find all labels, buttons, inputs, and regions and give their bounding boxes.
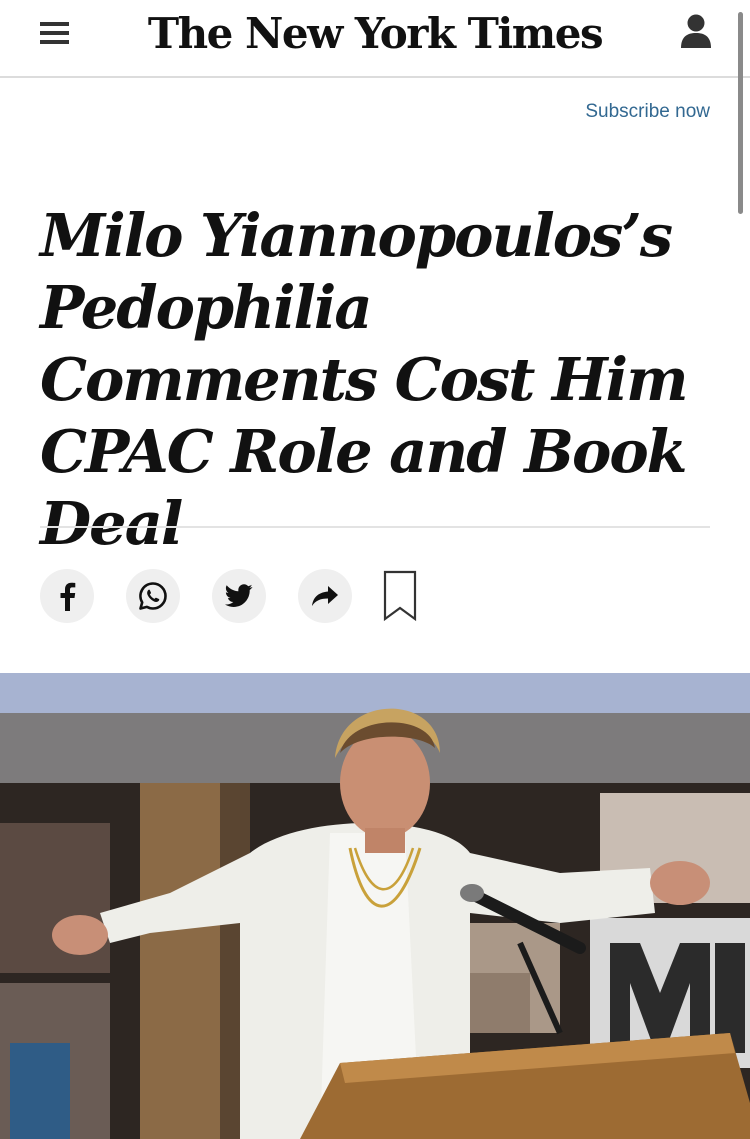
article-headline: Milo Yiannopoulos’s Pedophilia Comments … — [40, 201, 689, 558]
bookmark-icon — [383, 570, 417, 622]
whatsapp-icon — [139, 582, 167, 610]
share-arrow-icon — [312, 586, 338, 606]
article-photo — [0, 673, 750, 1139]
twitter-icon — [225, 584, 253, 607]
user-account-icon[interactable] — [680, 14, 712, 48]
share-button[interactable] — [298, 569, 352, 623]
facebook-share-button[interactable] — [40, 569, 94, 623]
facebook-icon — [60, 582, 76, 611]
twitter-share-button[interactable] — [212, 569, 266, 623]
whatsapp-share-button[interactable] — [126, 569, 180, 623]
divider — [40, 526, 710, 528]
top-navigation-bar: The New York Times — [0, 0, 750, 78]
subscribe-link[interactable]: Subscribe now — [585, 101, 710, 123]
scrollbar-thumb[interactable] — [738, 12, 743, 214]
bookmark-button[interactable] — [383, 570, 417, 622]
nyt-logo[interactable]: The New York Times — [0, 4, 750, 64]
